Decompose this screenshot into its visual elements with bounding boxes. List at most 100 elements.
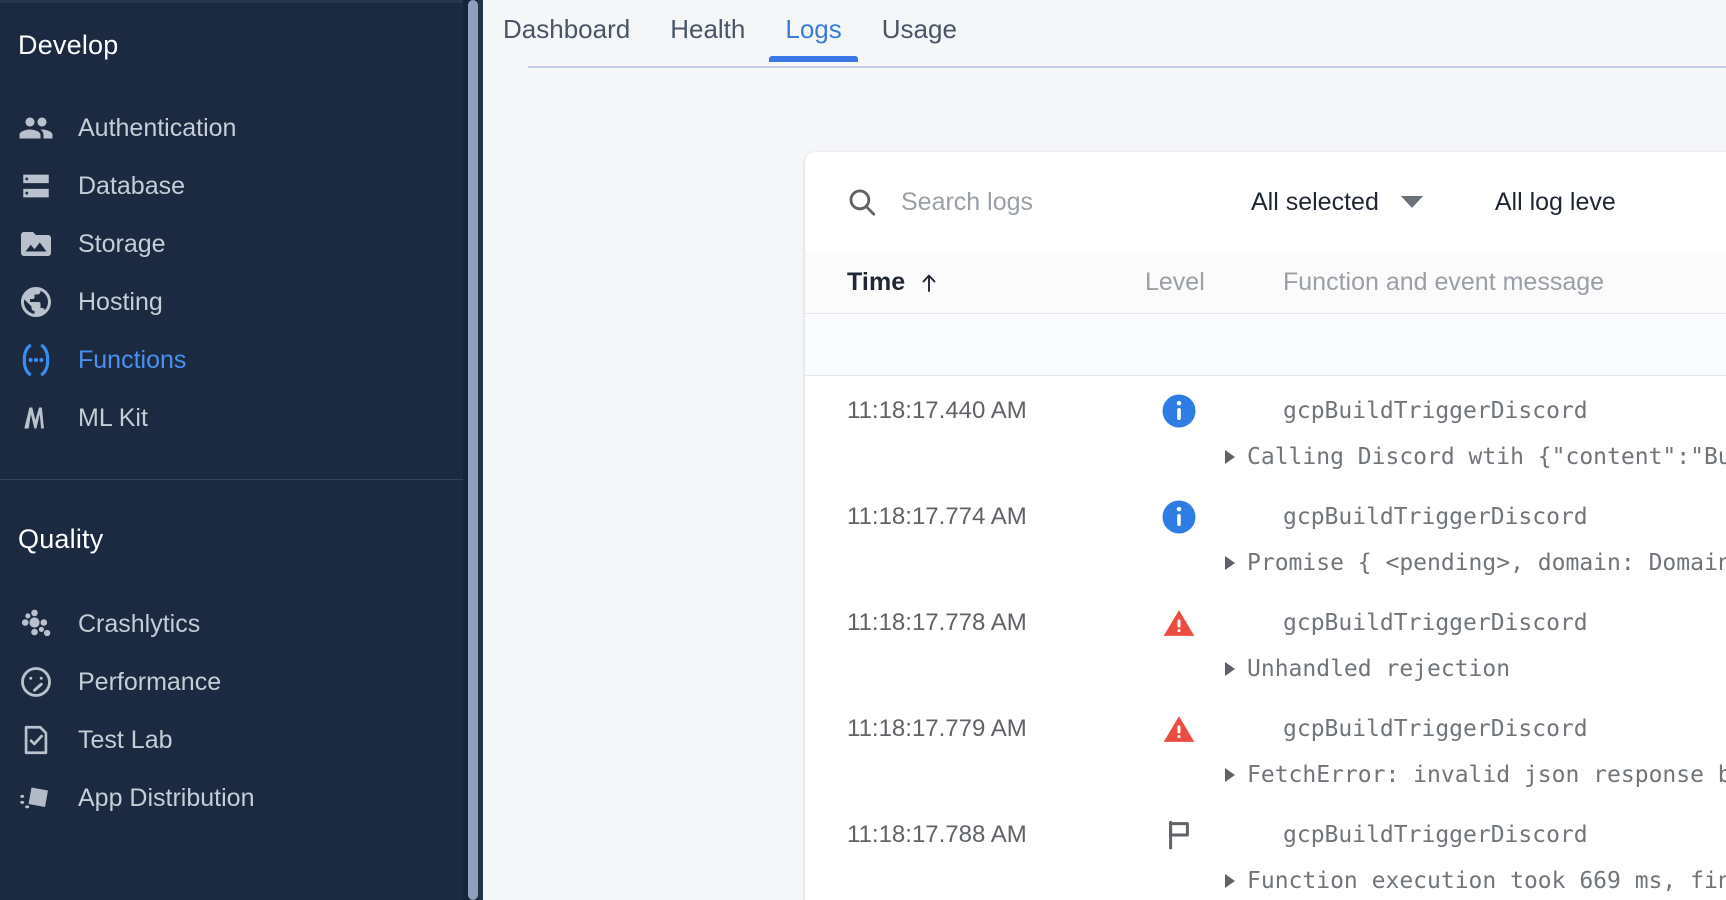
search-input[interactable]: [901, 187, 1181, 217]
row-function: gcpBuildTriggerDiscord: [1283, 822, 1588, 848]
row-message: Function execution took 669 ms, fin: [1247, 868, 1726, 894]
expand-triangle-icon[interactable]: [1225, 556, 1235, 570]
folder-image-icon: [16, 224, 56, 264]
table-row[interactable]: 11:18:17.788 AM gcpBuildTriggerDiscord F…: [805, 800, 1726, 900]
tab-logs[interactable]: Logs: [765, 0, 861, 62]
performance-gauge-icon: [16, 662, 56, 702]
sidebar-item-label: Functions: [78, 345, 187, 374]
error-icon: [1161, 711, 1197, 747]
sidebar-item-performance[interactable]: Performance: [0, 653, 463, 711]
test-lab-icon: [16, 720, 56, 760]
tab-label: Health: [670, 14, 746, 44]
tab-label: Usage: [881, 14, 957, 44]
database-icon: [16, 166, 56, 206]
sidebar-item-label: Performance: [78, 667, 222, 696]
sidebar-section-title-develop: Develop: [18, 30, 119, 60]
row-level: [1145, 711, 1245, 747]
log-level-filter-label: All log leve: [1494, 187, 1616, 216]
row-function: gcpBuildTriggerDiscord: [1283, 504, 1588, 530]
row-message: Unhandled rejection: [1247, 656, 1511, 682]
tab-label: Dashboard: [503, 14, 631, 44]
tab-dashboard[interactable]: Dashboard: [483, 0, 650, 45]
logs-rows: 11:18:17.440 AM gcpBuildTriggerDiscord C…: [805, 376, 1726, 900]
sidebar-item-label: Authentication: [78, 113, 237, 142]
column-header-time[interactable]: Time: [847, 268, 1145, 297]
row-time: 11:18:17.774 AM: [847, 503, 1027, 530]
tab-health[interactable]: Health: [650, 0, 765, 45]
left-sidebar: Develop Authentication Database Storage …: [0, 0, 463, 900]
tab-bar-divider: [528, 66, 1726, 68]
row-time: 11:18:17.778 AM: [847, 609, 1027, 636]
expand-triangle-icon[interactable]: [1225, 450, 1235, 464]
column-header-message: Function and event message: [1283, 268, 1605, 296]
column-header-time-label: Time: [847, 268, 906, 296]
logs-toolbar: All selected All log leve: [805, 152, 1726, 252]
sidebar-section-title-quality: Quality: [18, 524, 104, 554]
tab-label: Logs: [785, 14, 842, 44]
info-icon: [1161, 393, 1197, 429]
sidebar-item-label: Hosting: [78, 287, 163, 316]
row-function: gcpBuildTriggerDiscord: [1283, 398, 1588, 424]
expand-triangle-icon[interactable]: [1225, 874, 1235, 888]
error-icon: [1161, 605, 1197, 641]
ml-kit-icon: [16, 398, 56, 438]
app-distribution-icon: [16, 778, 56, 818]
tab-active-indicator: [769, 56, 858, 62]
sidebar-item-label: App Distribution: [78, 783, 255, 812]
row-level: [1145, 393, 1245, 429]
sidebar-item-label: ML Kit: [78, 403, 148, 432]
sidebar-item-label: Test Lab: [78, 725, 173, 754]
column-header-level: Level: [1145, 268, 1205, 296]
arrow-up-icon: [919, 271, 939, 295]
table-row[interactable]: 11:18:17.779 AM gcpBuildTriggerDiscord F…: [805, 694, 1726, 800]
sidebar-item-label: Storage: [78, 229, 166, 258]
sidebar-item-label: Crashlytics: [78, 609, 201, 638]
row-level: [1145, 817, 1245, 853]
log-level-filter-dropdown[interactable]: All log leve: [1495, 188, 1616, 217]
sidebar-top-divider: [0, 0, 463, 3]
row-time: 11:18:17.788 AM: [847, 821, 1027, 848]
app-root: Develop Authentication Database Storage …: [0, 0, 1726, 900]
row-message: Calling Discord wtih {"content":"Bu: [1247, 444, 1726, 470]
globe-icon: [16, 282, 56, 322]
search-icon: [845, 185, 879, 219]
sidebar-item-storage[interactable]: Storage: [0, 215, 463, 273]
sidebar-item-database[interactable]: Database: [0, 157, 463, 215]
sidebar-scrollbar-thumb[interactable]: [468, 0, 478, 900]
sidebar-item-crashlytics[interactable]: Crashlytics: [0, 595, 463, 653]
expand-triangle-icon[interactable]: [1225, 662, 1235, 676]
row-function: gcpBuildTriggerDiscord: [1283, 716, 1588, 742]
function-filter-dropdown[interactable]: All selected: [1251, 188, 1423, 217]
sidebar-item-ml-kit[interactable]: ML Kit: [0, 389, 463, 447]
functions-icon: [16, 340, 56, 380]
row-time: 11:18:17.440 AM: [847, 397, 1027, 424]
row-level: [1145, 605, 1245, 641]
expand-triangle-icon[interactable]: [1225, 768, 1235, 782]
sidebar-item-hosting[interactable]: Hosting: [0, 273, 463, 331]
tab-bar: Dashboard Health Logs Usage: [483, 0, 1726, 72]
logs-card: All selected All log leve Time Level: [805, 152, 1726, 900]
row-message: Promise { <pending>, domain: Domain: [1247, 550, 1726, 576]
sidebar-item-label: Database: [78, 171, 186, 200]
flag-icon: [1161, 817, 1197, 853]
row-level: [1145, 499, 1245, 535]
logs-empty-row: [805, 314, 1726, 376]
table-row[interactable]: 11:18:17.440 AM gcpBuildTriggerDiscord C…: [805, 376, 1726, 482]
sidebar-item-functions[interactable]: Functions: [0, 331, 463, 389]
sidebar-item-authentication[interactable]: Authentication: [0, 99, 463, 157]
info-icon: [1161, 499, 1197, 535]
row-message: FetchError: invalid json response b: [1247, 762, 1726, 788]
logs-table-header: Time Level Function and event message: [805, 252, 1726, 314]
row-time: 11:18:17.779 AM: [847, 715, 1027, 742]
table-row[interactable]: 11:18:17.774 AM gcpBuildTriggerDiscord P…: [805, 482, 1726, 588]
sidebar-item-app-distribution[interactable]: App Distribution: [0, 769, 463, 827]
chevron-down-icon: [1400, 196, 1423, 208]
row-function: gcpBuildTriggerDiscord: [1283, 610, 1588, 636]
table-row[interactable]: 11:18:17.778 AM gcpBuildTriggerDiscord U…: [805, 588, 1726, 694]
crashlytics-icon: [16, 604, 56, 644]
function-filter-label: All selected: [1251, 187, 1379, 216]
sidebar-item-test-lab[interactable]: Test Lab: [0, 711, 463, 769]
main-content: Dashboard Health Logs Usage Search logs …: [483, 0, 1726, 900]
tab-strip: Dashboard Health Logs Usage: [483, 0, 1726, 72]
tab-usage[interactable]: Usage: [862, 0, 977, 45]
